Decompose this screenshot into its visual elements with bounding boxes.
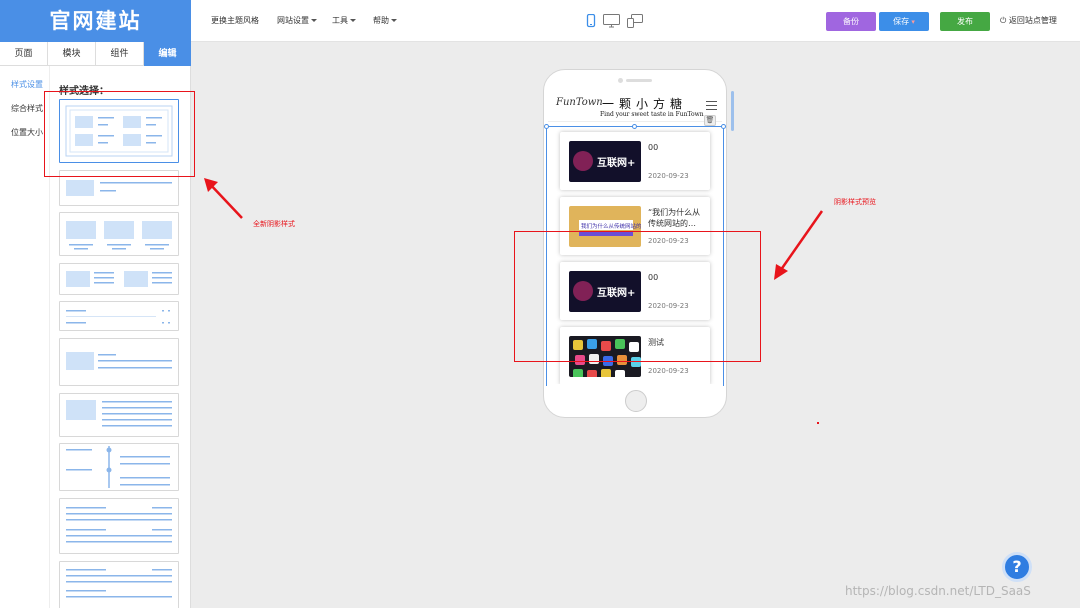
style-preview-thumb [66,221,172,250]
style-option-image-lines[interactable] [59,393,179,437]
camera-dot [618,78,623,83]
subnav-combined-style[interactable]: 综合样式 [11,103,43,114]
publish-button[interactable]: 发布 [940,12,990,31]
style-preview-thumb [66,310,170,324]
style-preview-thumb [66,400,172,427]
watermark: https://blog.csdn.net/LTD_SaaS [845,584,1031,598]
annotation-arrow-left [204,178,243,219]
annotation-left-label: 全新阴影样式 [253,220,295,228]
menu-change-theme[interactable]: 更换主题风格 [211,0,259,42]
style-preview-thumb [66,507,172,543]
style-preview-thumb [66,352,172,370]
phone-speaker [626,79,652,82]
sub-nav: 样式设置 综合样式 位置大小 [0,66,50,608]
stray-dot [817,422,819,424]
annotation-box-left [44,91,195,177]
style-option-article-list[interactable] [59,498,179,554]
menu-site-settings[interactable]: 网站设置 [277,0,317,42]
style-option-dense-list[interactable] [59,561,179,608]
site-header[interactable]: FunTown 一颗小方糖 Find your sweet taste in F… [548,94,722,122]
help-button[interactable]: ? [1002,552,1032,582]
chevron-down-icon [350,19,356,22]
return-site-management-link[interactable]: ⏻ 返回站点管理 [1000,0,1057,42]
annotation-box-right [514,231,761,362]
tab-components[interactable]: 组件 [96,42,144,66]
menu-help[interactable]: 帮助 [373,0,397,42]
annotation-right-label: 阴影样式预览 [834,198,876,206]
site-title: 一颗小方糖 [602,97,688,111]
tab-edit[interactable]: 编辑 [144,42,191,66]
style-option-three-column[interactable] [59,212,179,256]
preview-scrollbar[interactable] [731,91,734,131]
chevron-down-icon [311,19,317,22]
resize-handle[interactable] [632,124,637,129]
style-option-two-column[interactable] [59,263,179,295]
tab-modules[interactable]: 模块 [48,42,96,66]
mobile-icon[interactable] [586,14,596,28]
style-option-text-list[interactable] [59,301,179,331]
style-option-timeline[interactable] [59,443,179,491]
style-option-image-summary[interactable] [59,338,179,386]
resize-handle[interactable] [721,124,726,129]
site-signature-logo: FunTown [556,97,603,108]
app-logo: 官网建站 [0,0,191,42]
style-preview-thumb [66,569,172,598]
subnav-style-settings[interactable]: 样式设置 [11,79,43,90]
tab-pages[interactable]: 页面 [0,42,48,66]
backup-button[interactable]: 备份 [826,12,876,31]
power-icon: ⏻ [1000,16,1007,25]
top-bar: 官网建站 更换主题风格 网站设置 工具 帮助 备份 保存 ▾ 发布 ⏻ 返回站点… [0,0,1080,42]
multi-device-icon[interactable] [627,14,643,28]
annotation-arrow-right [774,210,824,280]
subnav-position-size[interactable]: 位置大小 [11,127,43,138]
phone-home-button [625,390,647,412]
resize-handle[interactable] [544,124,549,129]
hamburger-menu-icon[interactable] [706,101,717,111]
left-tabs: 页面 模块 组件 编辑 [0,42,191,66]
site-subtitle: Find your sweet taste in FunTown [600,111,704,118]
desktop-icon[interactable] [603,14,621,28]
chevron-down-icon [391,19,397,22]
menu-tools[interactable]: 工具 [332,0,356,42]
style-preview-thumb [66,271,172,287]
trash-icon[interactable]: 🗑 [704,115,716,126]
style-preview-thumb [66,446,170,488]
save-button[interactable]: 保存 ▾ [879,12,929,31]
